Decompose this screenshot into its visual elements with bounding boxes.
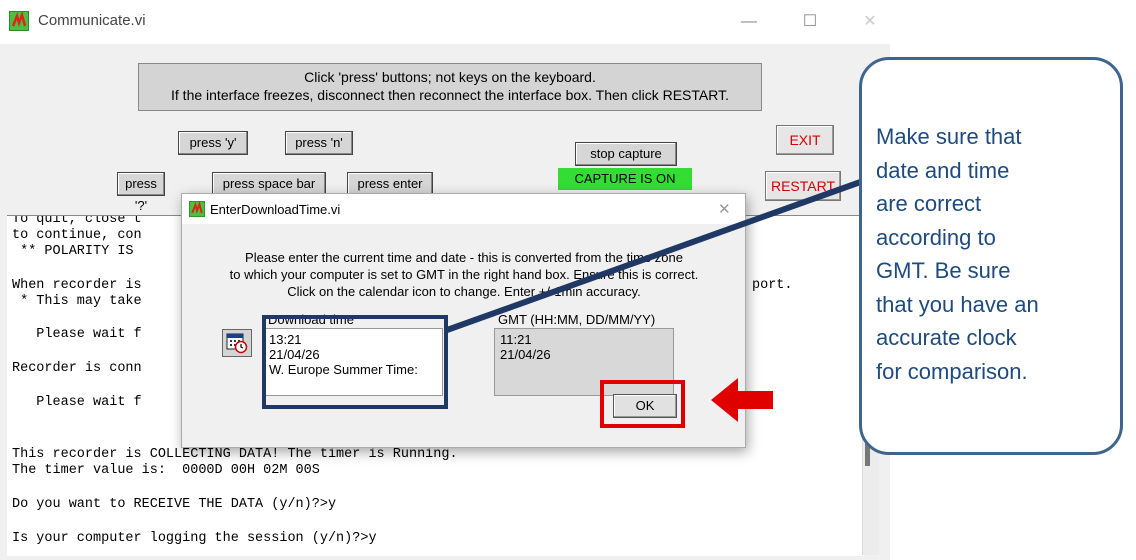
dialog-close-icon[interactable]: ✕ xyxy=(718,200,731,218)
console-line: When recorder is xyxy=(12,278,142,293)
restart-button[interactable]: RESTART xyxy=(765,171,841,201)
window-title: Communicate.vi xyxy=(38,12,146,29)
gmt-label: GMT (HH:MM, DD/MM/YY) xyxy=(498,312,656,327)
press-question-button[interactable]: press '?' xyxy=(117,172,165,213)
console-line: to continue, con xyxy=(12,228,142,243)
console-line: ** POLARITY IS xyxy=(12,244,134,259)
press-n-button[interactable]: press 'n' xyxy=(285,131,353,155)
console-line: Do you want to RECEIVE THE DATA (y/n)?>y xyxy=(12,497,337,512)
calendar-button[interactable] xyxy=(222,329,252,357)
stop-capture-button[interactable]: stop capture xyxy=(575,142,677,166)
maximize-icon[interactable]: ☐ xyxy=(800,12,820,32)
callout-text: Make sure that date and time are correct… xyxy=(876,120,1106,388)
callout-line: are correct xyxy=(876,191,982,216)
dialog-instructions: Please enter the current time and date -… xyxy=(190,249,738,300)
instruction-line: to which your computer is set to GMT in … xyxy=(229,267,699,282)
instruction-banner: Click 'press' buttons; not keys on the k… xyxy=(138,63,762,111)
callout-line: date and time xyxy=(876,157,1010,183)
exit-button[interactable]: EXIT xyxy=(776,125,834,155)
callout-line: GMT. Be sure xyxy=(876,258,1011,283)
dialog-title: EnterDownloadTime.vi xyxy=(210,202,341,217)
callout-line: Make sure that xyxy=(876,124,1022,149)
callout-line: that you have an xyxy=(876,291,1039,317)
instruction-line: Please enter the current time and date -… xyxy=(245,250,683,265)
console-line: port. xyxy=(752,278,793,293)
console-line: To quit, close t xyxy=(12,215,142,227)
gmt-date-value: 21/04/26 xyxy=(500,347,551,362)
dialog-titlebar: EnterDownloadTime.vi ✕ xyxy=(182,194,745,224)
instruction-line: Click on the calendar icon to change. En… xyxy=(287,284,641,299)
banner-line-1: Click 'press' buttons; not keys on the k… xyxy=(304,69,596,85)
ok-highlight-box xyxy=(600,380,685,428)
console-line: Recorder is conn xyxy=(12,361,142,376)
callout-line: according to xyxy=(876,224,996,250)
capture-status-indicator: CAPTURE IS ON xyxy=(558,168,692,190)
titlebar: Communicate.vi — ☐ ✕ xyxy=(0,0,890,44)
console-line: * This may take xyxy=(12,294,142,309)
callout-line: accurate clock xyxy=(876,325,1017,350)
minimize-icon[interactable]: — xyxy=(739,12,759,32)
labview-app-icon xyxy=(9,11,29,31)
labview-app-icon xyxy=(189,201,205,217)
callout-line: for comparison. xyxy=(876,358,1028,384)
banner-line-2: If the interface freezes, disconnect the… xyxy=(171,87,729,103)
calendar-clock-icon xyxy=(226,333,248,354)
console-line: This recorder is COLLECTING DATA! The ti… xyxy=(12,447,458,462)
download-time-highlight-box xyxy=(262,315,448,409)
press-y-button[interactable]: press 'y' xyxy=(178,131,248,155)
console-line: Is your computer logging the session (y/… xyxy=(12,531,377,546)
gmt-time-value: 11:21 xyxy=(500,332,532,347)
close-icon[interactable]: ✕ xyxy=(860,12,880,32)
console-line: The timer value is: 0000D 00H 02M 00S xyxy=(12,463,320,478)
console-line: Please wait f xyxy=(12,395,142,410)
console-line: Please wait f xyxy=(12,327,142,342)
